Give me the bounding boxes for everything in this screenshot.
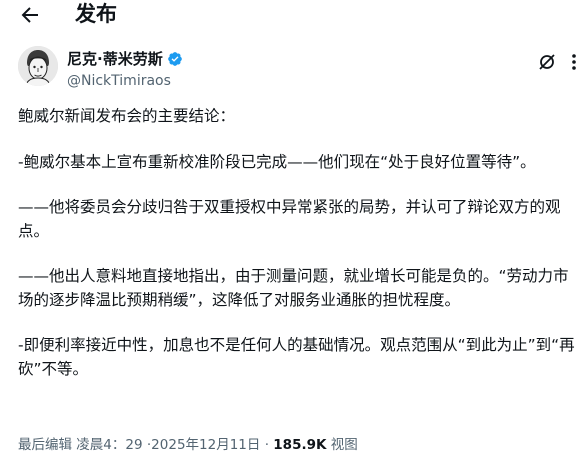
user-handle[interactable]: @NickTimiraos [67, 72, 171, 90]
tweet-paragraph: ——他将委员会分歧归咎于双重授权中异常紧张的局势，并认可了辩论双方的观点。 [18, 198, 561, 240]
views-count: 185.9K [273, 437, 327, 453]
tweet-paragraph: ——他出人意料地直接地指出，由于测量问题，就业增长可能是负的。“劳动力市场的逐步… [18, 267, 569, 309]
author-row: 尼克·蒂米劳斯 @NickTimiraos [0, 46, 585, 94]
views-label: 视图 [330, 437, 358, 453]
tweet-text: 鲍威尔新闻发布会的主要结论： -鲍威尔基本上宣布重新校准阶段已完成——他们现在“… [18, 105, 578, 381]
back-button[interactable] [18, 3, 42, 27]
separator-dot: · [264, 437, 269, 453]
top-bar: 发布 [0, 0, 585, 32]
more-vertical-icon [572, 54, 576, 70]
last-edited-link[interactable]: 最后编辑 [18, 437, 72, 453]
arrow-left-icon [21, 7, 38, 23]
post-time[interactable]: 凌晨4：29 [76, 437, 142, 453]
tweet-meta: 最后编辑 凌晨4：29 ·2025年12月11日 · 185.9K 视图 [18, 436, 578, 454]
grok-button[interactable] [537, 52, 557, 72]
name-line: 尼克·蒂米劳斯 [67, 49, 183, 69]
avatar[interactable] [18, 46, 58, 86]
more-options-button[interactable] [566, 52, 582, 72]
avatar-illustration [18, 46, 58, 86]
display-name[interactable]: 尼克·蒂米劳斯 [67, 49, 163, 69]
grok-icon [539, 54, 555, 70]
tweet-paragraph: -鲍威尔基本上宣布重新校准阶段已完成——他们现在“处于良好位置等待”。 [18, 152, 536, 171]
tweet-paragraph: -即便利率接近中性，加息也不是任何人的基础情况。观点范围从“到此为止”到“再砍”… [18, 336, 575, 378]
tweet-paragraph: 鲍威尔新闻发布会的主要结论： [18, 107, 236, 125]
verified-badge-icon [167, 52, 182, 66]
page-title: 发布 [75, 2, 117, 26]
post-date[interactable]: 2025年12月11日 [151, 437, 260, 453]
